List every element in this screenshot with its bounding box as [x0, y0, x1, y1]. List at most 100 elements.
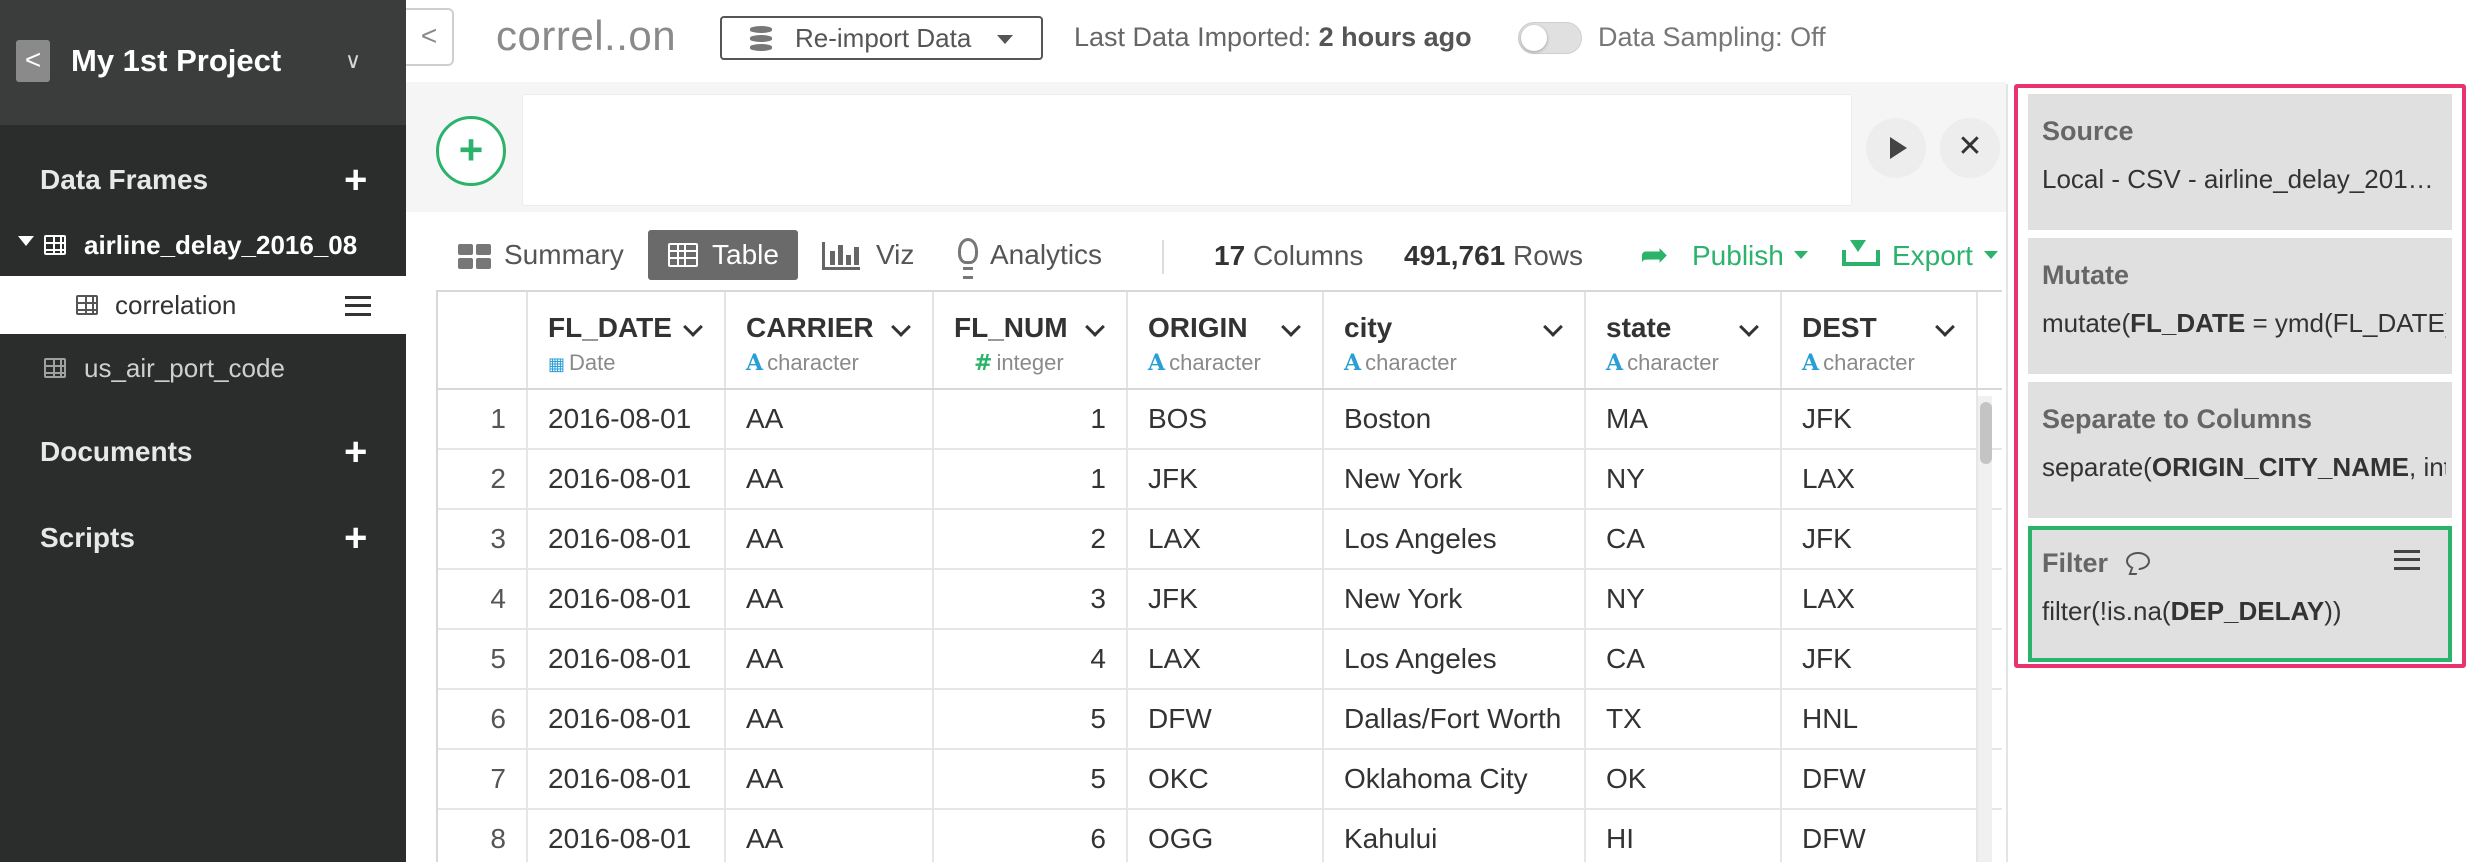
add-script-button[interactable]: +	[344, 518, 367, 558]
cell-fl-date[interactable]: 2016-08-01	[528, 810, 726, 862]
cell-origin[interactable]: JFK	[1128, 450, 1324, 508]
cell-origin[interactable]: OKC	[1128, 750, 1324, 808]
cell-dest[interactable]: LAX	[1782, 450, 1978, 508]
add-document-button[interactable]: +	[344, 432, 367, 472]
cell-carrier[interactable]: AA	[726, 750, 934, 808]
cell-origin[interactable]: OGG	[1128, 810, 1324, 862]
cell-dest[interactable]: JFK	[1782, 510, 1978, 568]
column-header-carrier[interactable]: CARRIER Acharacter	[726, 292, 934, 388]
column-header-dest[interactable]: DEST Acharacter	[1782, 292, 1978, 388]
column-menu-chevron-icon[interactable]	[1543, 317, 1563, 337]
cell-dest[interactable]: DFW	[1782, 750, 1978, 808]
expand-caret-icon[interactable]	[18, 236, 34, 246]
cell-dest[interactable]: JFK	[1782, 390, 1978, 448]
cell-fl-date[interactable]: 2016-08-01	[528, 630, 726, 688]
cell-carrier[interactable]: AA	[726, 690, 934, 748]
cell-origin[interactable]: DFW	[1128, 690, 1324, 748]
cell-carrier[interactable]: AA	[726, 510, 934, 568]
chevron-down-icon[interactable]: ∨	[345, 48, 361, 74]
cell-fl-num[interactable]: 5	[934, 690, 1128, 748]
cell-carrier[interactable]: AA	[726, 810, 934, 862]
cell-fl-num[interactable]: 3	[934, 570, 1128, 628]
cell-city[interactable]: Boston	[1324, 390, 1586, 448]
cell-city[interactable]: New York	[1324, 570, 1586, 628]
cell-fl-date[interactable]: 2016-08-01	[528, 750, 726, 808]
cell-state[interactable]: CA	[1586, 630, 1782, 688]
back-icon[interactable]: <	[16, 40, 50, 82]
column-header-state[interactable]: state Acharacter	[1586, 292, 1782, 388]
cell-origin[interactable]: JFK	[1128, 570, 1324, 628]
column-menu-chevron-icon[interactable]	[1281, 317, 1301, 337]
sidebar-item-us-air-port-code[interactable]: us_air_port_code	[0, 339, 406, 397]
command-input[interactable]	[522, 94, 1852, 206]
cell-state[interactable]: MA	[1586, 390, 1782, 448]
column-menu-chevron-icon[interactable]	[1739, 317, 1759, 337]
cell-carrier[interactable]: AA	[726, 630, 934, 688]
cell-city[interactable]: Los Angeles	[1324, 510, 1586, 568]
cell-fl-num[interactable]: 5	[934, 750, 1128, 808]
cell-fl-date[interactable]: 2016-08-01	[528, 690, 726, 748]
tab-table[interactable]: Table	[648, 230, 798, 280]
run-button[interactable]	[1866, 118, 1926, 178]
column-header-fl-date[interactable]: FL_DATE ▦ Date	[528, 292, 726, 388]
clear-button[interactable]: ✕	[1940, 118, 2000, 178]
column-header-fl-num[interactable]: FL_NUM # integer	[934, 292, 1128, 388]
step-separate-to-columns[interactable]: Separate to Columns separate(ORIGIN_CITY…	[2028, 382, 2452, 518]
cell-city[interactable]: Kahului	[1324, 810, 1586, 862]
column-menu-chevron-icon[interactable]	[891, 317, 911, 337]
cell-dest[interactable]: JFK	[1782, 630, 1978, 688]
cell-fl-num[interactable]: 1	[934, 390, 1128, 448]
cell-fl-num[interactable]: 4	[934, 630, 1128, 688]
vertical-scrollbar[interactable]	[1978, 396, 1992, 862]
cell-city[interactable]: Los Angeles	[1324, 630, 1586, 688]
data-sampling-toggle[interactable]	[1518, 22, 1582, 54]
tab-analytics[interactable]: Analytics	[954, 230, 1102, 280]
cell-state[interactable]: HI	[1586, 810, 1782, 862]
cell-fl-date[interactable]: 2016-08-01	[528, 450, 726, 508]
cell-fl-date[interactable]: 2016-08-01	[528, 390, 726, 448]
column-menu-chevron-icon[interactable]	[1085, 317, 1105, 337]
cell-dest[interactable]: LAX	[1782, 570, 1978, 628]
add-step-button[interactable]: +	[436, 116, 506, 186]
cell-city[interactable]: Dallas/Fort Worth	[1324, 690, 1586, 748]
cell-origin[interactable]: BOS	[1128, 390, 1324, 448]
cell-state[interactable]: OK	[1586, 750, 1782, 808]
cell-carrier[interactable]: AA	[726, 570, 934, 628]
column-menu-chevron-icon[interactable]	[683, 317, 703, 337]
cell-city[interactable]: New York	[1324, 450, 1586, 508]
sidebar-item-airline-delay[interactable]: airline_delay_2016_08	[0, 216, 406, 274]
scrollbar-thumb[interactable]	[1980, 402, 1992, 464]
step-filter[interactable]: Filter filter(!is.na(DEP_DELAY))	[2028, 526, 2452, 662]
cell-state[interactable]: CA	[1586, 510, 1782, 568]
reimport-data-button[interactable]: Re-import Data	[720, 16, 1043, 60]
project-header[interactable]: < My 1st Project ∨	[0, 0, 406, 125]
cell-city[interactable]: Oklahoma City	[1324, 750, 1586, 808]
cell-dest[interactable]: DFW	[1782, 810, 1978, 862]
cell-fl-num[interactable]: 2	[934, 510, 1128, 568]
cell-fl-num[interactable]: 1	[934, 450, 1128, 508]
cell-fl-num[interactable]: 6	[934, 810, 1128, 862]
collapse-sidebar-button[interactable]: <	[406, 8, 454, 66]
add-data-frame-button[interactable]: +	[344, 160, 367, 200]
cell-origin[interactable]: LAX	[1128, 510, 1324, 568]
cell-fl-date[interactable]: 2016-08-01	[528, 510, 726, 568]
comment-icon[interactable]	[2126, 552, 2150, 570]
project-title[interactable]: My 1st Project	[71, 43, 281, 79]
cell-carrier[interactable]: AA	[726, 450, 934, 508]
sidebar-item-correlation[interactable]: correlation	[0, 276, 406, 334]
cell-origin[interactable]: LAX	[1128, 630, 1324, 688]
step-mutate[interactable]: Mutate mutate(FL_DATE = ymd(FL_DATE))	[2028, 238, 2452, 374]
cell-state[interactable]: TX	[1586, 690, 1782, 748]
hamburger-menu-icon[interactable]	[345, 296, 371, 316]
cell-fl-date[interactable]: 2016-08-01	[528, 570, 726, 628]
step-source[interactable]: Source Local - CSV - airline_delay_2016_…	[2028, 94, 2452, 230]
cell-state[interactable]: NY	[1586, 570, 1782, 628]
tab-viz[interactable]: Viz	[820, 230, 914, 280]
column-menu-chevron-icon[interactable]	[1935, 317, 1955, 337]
cell-carrier[interactable]: AA	[726, 390, 934, 448]
column-header-origin[interactable]: ORIGIN Acharacter	[1128, 292, 1324, 388]
tab-summary[interactable]: Summary	[456, 230, 624, 280]
cell-dest[interactable]: HNL	[1782, 690, 1978, 748]
hamburger-menu-icon[interactable]	[2394, 550, 2420, 570]
column-header-city[interactable]: city Acharacter	[1324, 292, 1586, 388]
